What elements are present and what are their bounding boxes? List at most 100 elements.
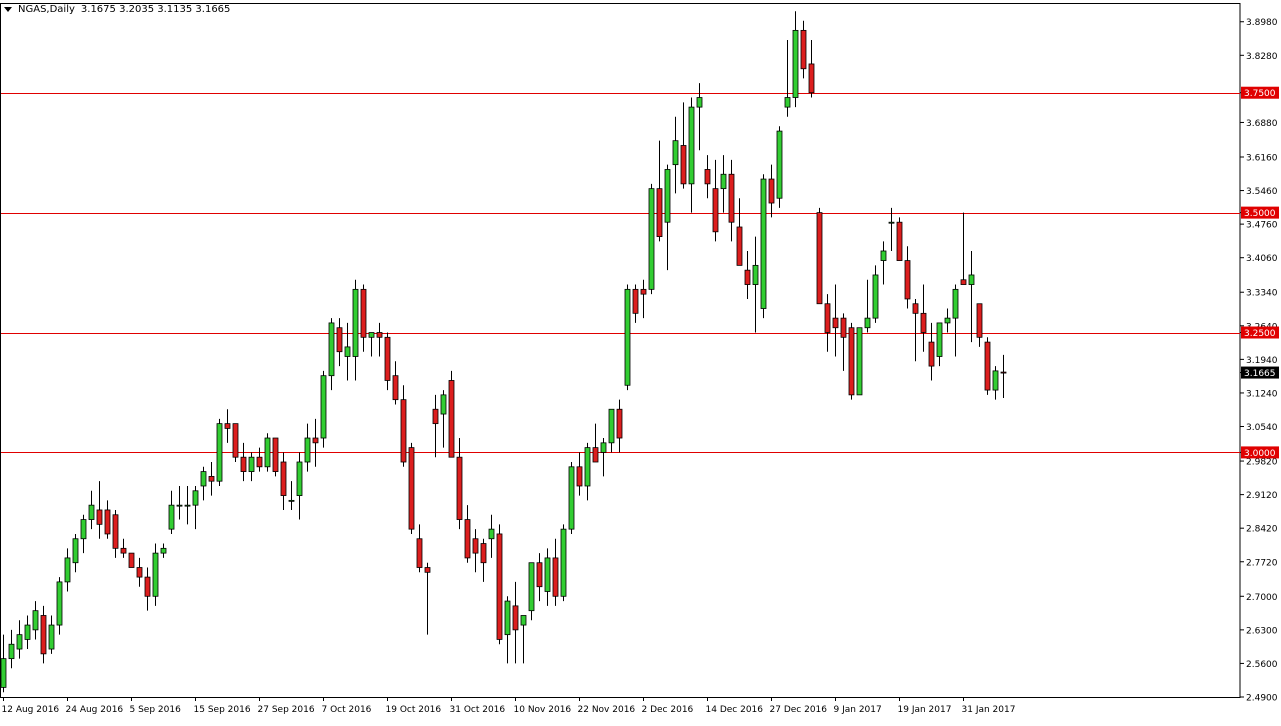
price-axis-label: 3.3340 — [1246, 289, 1278, 299]
candle-body — [160, 547, 167, 554]
price-axis-label: 3.8280 — [1246, 52, 1278, 62]
candle-body — [600, 442, 607, 453]
candle-body — [240, 456, 247, 472]
candle-body — [1000, 371, 1007, 374]
price-axis-label: 2.5600 — [1246, 660, 1278, 670]
date-axis-label: 24 Aug 2016 — [66, 705, 124, 715]
candle-body — [424, 567, 431, 573]
candle-body — [712, 188, 719, 233]
candle-body — [736, 226, 743, 266]
candle-body — [264, 437, 271, 468]
candle-body — [648, 188, 655, 290]
candle-body — [80, 519, 87, 540]
candle-body — [632, 288, 639, 314]
candle-body — [680, 145, 687, 185]
date-axis-label: 22 Nov 2016 — [578, 705, 636, 715]
candle-body — [376, 332, 383, 338]
candle-body — [616, 408, 623, 439]
candle-body — [496, 533, 503, 640]
candle-body — [96, 509, 103, 525]
candle-body — [320, 375, 327, 439]
chart-area[interactable]: 3.8980 3.8280 3.6880 3.6160 3.5460 3.4760 3.40… — [0, 0, 1281, 722]
candle-body — [352, 288, 359, 357]
candle-body — [136, 567, 143, 578]
candle-body — [184, 504, 191, 507]
candle-body — [512, 605, 519, 631]
price-axis-label: 2.9820 — [1246, 458, 1278, 468]
candle-body — [984, 341, 991, 391]
candle-body — [936, 322, 943, 357]
candle-body — [528, 562, 535, 612]
price-axis-label: 3.4760 — [1246, 221, 1278, 231]
candle-body — [672, 140, 679, 166]
candle-body — [344, 346, 351, 357]
candle-body — [72, 538, 79, 564]
candle-body — [720, 173, 727, 190]
candle-body — [112, 514, 119, 549]
date-axis-label: 27 Sep 2016 — [258, 705, 315, 715]
ohlc-readout: 3.1675 3.2035 3.1135 3.1665 — [80, 4, 231, 15]
candle-body — [656, 188, 663, 237]
candle-body — [664, 169, 671, 223]
candle-body — [168, 504, 175, 530]
candle-body — [208, 475, 215, 482]
candlestick-chart[interactable]: 3.8980 3.8280 3.6880 3.6160 3.5460 3.4760 3.40… — [0, 0, 1281, 722]
candle-body — [960, 279, 967, 285]
candle-body — [552, 557, 559, 597]
triangle-down-icon[interactable] — [4, 7, 12, 12]
candle-body — [704, 169, 711, 185]
date-axis-label: 19 Oct 2016 — [386, 705, 442, 715]
candle-body — [448, 380, 455, 458]
candle-body — [408, 447, 415, 530]
candle-body — [944, 317, 951, 324]
candle-body — [32, 610, 39, 631]
chart-header: NGAS,Daily 3.1675 3.2035 3.1135 3.1665 — [4, 4, 230, 15]
candle-body — [832, 317, 839, 329]
candle-body — [336, 327, 343, 353]
candle-body — [248, 456, 255, 472]
candle-body — [816, 212, 823, 305]
candle-body — [360, 288, 367, 338]
candle-body — [824, 303, 831, 333]
candle-body — [856, 327, 863, 396]
candle-body — [392, 375, 399, 401]
candle-body — [312, 437, 319, 444]
candle-body — [968, 274, 975, 285]
price-axis-label: 2.9120 — [1246, 491, 1278, 501]
candle-body — [152, 552, 159, 597]
candle-body — [472, 538, 479, 554]
candle-body — [560, 528, 567, 597]
candle-body — [464, 519, 471, 559]
candle-body — [416, 538, 423, 568]
date-axis-label: 31 Oct 2016 — [450, 705, 506, 715]
candle-body — [872, 274, 879, 319]
candle-body — [432, 408, 439, 425]
candle-body — [792, 29, 799, 98]
candle-body — [848, 327, 855, 396]
candle-body — [568, 466, 575, 530]
candle-body — [536, 562, 543, 588]
candle-body — [592, 447, 599, 463]
candle-body — [48, 624, 55, 650]
candle-body — [520, 615, 527, 626]
price-axis-label: 3.1240 — [1246, 389, 1278, 399]
symbol-timeframe-label: NGAS,Daily — [18, 4, 75, 15]
candle-body — [0, 658, 7, 688]
candle-body — [456, 456, 463, 520]
price-axis-label: 3.5460 — [1246, 187, 1278, 197]
candle-body — [776, 130, 783, 199]
price-axis-label: 3.0540 — [1246, 423, 1278, 433]
date-axis-label: 19 Jan 2017 — [898, 705, 952, 715]
candle-body — [688, 106, 695, 185]
candle-body — [768, 178, 775, 204]
date-axis-label: 9 Jan 2017 — [834, 705, 882, 715]
candle-body — [64, 557, 71, 583]
candle-body — [640, 288, 647, 295]
candle-body — [800, 29, 807, 70]
candle-body — [504, 600, 511, 636]
candle-body — [24, 624, 31, 640]
candle-body — [608, 408, 615, 444]
candle-body — [920, 312, 927, 333]
plot-frame — [0, 3, 1241, 698]
candle-body — [728, 173, 735, 223]
